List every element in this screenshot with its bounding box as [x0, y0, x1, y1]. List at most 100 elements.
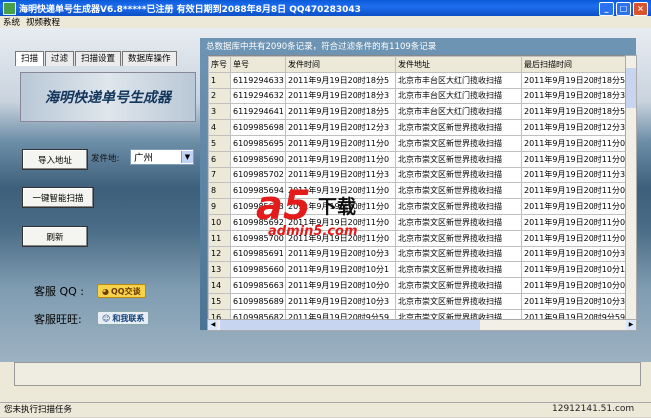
- cell-seq: 8: [208, 182, 231, 200]
- table-row[interactable]: 14 6109985663 2011年9月19日20时10分0 北京市崇文区新世界揽收…: [208, 277, 626, 294]
- cell-seq: 4: [208, 119, 231, 136]
- cell-tracking-number: 6109985663: [230, 277, 286, 294]
- cell-tracking-number: 6109985698: [230, 119, 286, 136]
- cell-last-scan-time: 2011年9月19日20时11分0: [521, 229, 626, 247]
- close-button[interactable]: ×: [633, 2, 648, 16]
- cell-last-scan-time: 2011年9月19日20时10分0: [521, 277, 626, 294]
- cell-last-scan-time: 2011年9月19日20时11分0: [521, 182, 626, 200]
- cell-send-address: 北京市崇文区新世界揽收扫描: [395, 198, 522, 215]
- watermark: a5 下载 admin5.com: [256, 186, 406, 246]
- scroll-left-icon[interactable]: ◀: [208, 320, 218, 330]
- cell-send-address: 北京市崇文区新世界揽收扫描: [395, 245, 522, 263]
- wangwang-icon: ☺: [102, 313, 111, 323]
- table-row[interactable]: 1 6119294633 2011年9月19日20时18分5 北京市丰台区大红门揽收扫…: [208, 71, 626, 89]
- cell-send-time: 2011年9月19日20时18分5: [285, 103, 396, 121]
- app-logo: 海明快递单号生成器: [20, 72, 196, 122]
- table-row[interactable]: 3 6119294641 2011年9月19日20时18分5 北京市丰台区大红门揽收扫…: [208, 103, 626, 121]
- menu-video-tutorial[interactable]: 视频教程: [23, 16, 63, 28]
- minimize-button[interactable]: _: [599, 2, 614, 16]
- cell-tracking-number: 6109985660: [230, 261, 286, 279]
- table-row[interactable]: 6 6109985690 2011年9月19日20时11分0 北京市崇文区新世界揽收扫…: [208, 150, 626, 168]
- cell-tracking-number: 6109985690: [230, 150, 286, 168]
- tab-filter[interactable]: 过滤: [45, 51, 75, 66]
- cell-seq: 5: [208, 134, 231, 152]
- tab-scan-settings[interactable]: 扫描设置: [75, 51, 122, 66]
- wangwang-contact-label: 和我联系: [112, 313, 145, 323]
- cell-seq: 12: [208, 245, 231, 263]
- cell-send-address: 北京市崇文区新世界揽收扫描: [395, 150, 522, 168]
- tab-bar: 扫描 过滤 扫描设置 数据库操作: [15, 51, 178, 66]
- col-header-last-scan[interactable]: 最后扫描时间: [521, 56, 626, 73]
- sender-select[interactable]: 广州 ▼: [130, 149, 194, 165]
- cell-seq: 9: [208, 198, 231, 215]
- menu-bar: 系统 视频教程: [0, 16, 651, 28]
- cell-last-scan-time: 2011年9月19日20时11分0: [521, 198, 626, 215]
- menu-system[interactable]: 系统: [0, 16, 23, 28]
- cell-tracking-number: 6109985689: [230, 292, 286, 310]
- cell-last-scan-time: 2011年9月19日20时18分5: [521, 71, 626, 89]
- cell-seq: 2: [208, 87, 231, 105]
- smart-scan-button[interactable]: 一键智能扫描: [22, 187, 94, 208]
- col-header-tracking[interactable]: 单号: [230, 56, 286, 73]
- chevron-down-icon[interactable]: ▼: [181, 151, 193, 163]
- cell-seq: 1: [208, 71, 231, 89]
- table-row[interactable]: 13 6109985660 2011年9月19日20时10分1 北京市崇文区新世界揽收…: [208, 261, 626, 279]
- sender-label: 发件地:: [91, 154, 120, 164]
- watermark-site: admin5.com: [268, 224, 358, 239]
- qq-support-label: 客服 QQ :: [34, 285, 85, 298]
- cell-send-address: 北京市崇文区新世界揽收扫描: [395, 292, 522, 310]
- cell-seq: 6: [208, 150, 231, 168]
- cell-seq: 15: [208, 292, 231, 310]
- tab-database[interactable]: 数据库操作: [122, 51, 177, 66]
- vertical-scrollbar[interactable]: [625, 55, 637, 321]
- col-header-send-time[interactable]: 发件时间: [285, 56, 396, 73]
- table-row[interactable]: 7 6109985702 2011年9月19日20时11分3 北京市崇文区新世界揽收扫…: [208, 166, 626, 184]
- sender-value: 广州: [134, 153, 154, 164]
- watermark-text: 下载: [318, 196, 357, 218]
- cell-last-scan-time: 2011年9月19日20时10分1: [521, 261, 626, 279]
- cell-send-time: 2011年9月19日20时11分0: [285, 150, 396, 168]
- cell-send-time: 2011年9月19日20时10分3: [285, 245, 396, 263]
- app-icon: [3, 1, 16, 15]
- cell-last-scan-time: 2011年9月19日20时18分5: [521, 103, 626, 121]
- table-row[interactable]: 5 6109985695 2011年9月19日20时11分0 北京市崇文区新世界揽收扫…: [208, 134, 626, 152]
- horizontal-scroll-thumb[interactable]: [220, 320, 480, 330]
- table-row[interactable]: 4 6109985698 2011年9月19日20时12分3 北京市崇文区新世界揽收扫…: [208, 119, 626, 136]
- cell-tracking-number: 6119294633: [230, 71, 286, 89]
- site-watermark: 12912141.51.com: [552, 404, 635, 414]
- tab-scan[interactable]: 扫描: [15, 51, 45, 66]
- horizontal-scrollbar[interactable]: ◀ ▶: [207, 319, 637, 331]
- maximize-button[interactable]: □: [616, 2, 631, 16]
- cell-send-address: 北京市崇文区新世界揽收扫描: [395, 213, 522, 231]
- cell-send-time: 2011年9月19日20时10分0: [285, 277, 396, 294]
- window-title: 海明快递单号生成器V6.8*****已注册 有效日期到2088年8月8日 QQ4…: [19, 4, 361, 15]
- cell-tracking-number: 6109985691: [230, 245, 286, 263]
- table-row[interactable]: 2 6119294632 2011年9月19日20时18分3 北京市丰台区大红门揽收扫…: [208, 87, 626, 105]
- grid-header-row: 序号 单号 发件时间 发件地址 最后扫描时间: [208, 56, 626, 73]
- refresh-button[interactable]: 刷新: [22, 226, 88, 247]
- cell-last-scan-time: 2011年9月19日20时11分0: [521, 150, 626, 168]
- col-header-seq[interactable]: 序号: [208, 56, 231, 73]
- cell-send-address: 北京市崇文区新世界揽收扫描: [395, 261, 522, 279]
- scroll-right-icon[interactable]: ▶: [626, 320, 636, 330]
- cell-send-address: 北京市崇文区新世界揽收扫描: [395, 119, 522, 136]
- cell-send-time: 2011年9月19日20时10分3: [285, 292, 396, 310]
- import-address-button[interactable]: 导入地址: [22, 149, 88, 170]
- qq-chat-button[interactable]: ◕ QQ交谈: [97, 284, 146, 298]
- title-bar: 海明快递单号生成器V6.8*****已注册 有效日期到2088年8月8日 QQ4…: [0, 0, 651, 16]
- app-window: 海明快递单号生成器V6.8*****已注册 有效日期到2088年8月8日 QQ4…: [0, 0, 651, 418]
- cell-send-address: 北京市崇文区新世界揽收扫描: [395, 229, 522, 247]
- cell-last-scan-time: 2011年9月19日20时12分3: [521, 119, 626, 136]
- table-row[interactable]: 15 6109985689 2011年9月19日20时10分3 北京市崇文区新世界揽收…: [208, 292, 626, 310]
- cell-seq: 3: [208, 103, 231, 121]
- cell-tracking-number: 6119294632: [230, 87, 286, 105]
- cell-last-scan-time: 2011年9月19日20时11分3: [521, 166, 626, 184]
- vertical-scroll-thumb[interactable]: [626, 68, 636, 108]
- table-row[interactable]: 12 6109985691 2011年9月19日20时10分3 北京市崇文区新世界揽收…: [208, 245, 626, 263]
- cell-last-scan-time: 2011年9月19日20时11分0: [521, 134, 626, 152]
- qq-penguin-icon: ◕: [102, 286, 109, 296]
- wangwang-contact-button[interactable]: ☺ 和我联系: [97, 311, 150, 325]
- cell-send-address: 北京市崇文区新世界揽收扫描: [395, 277, 522, 294]
- col-header-send-address[interactable]: 发件地址: [395, 56, 522, 73]
- cell-send-time: 2011年9月19日20时18分3: [285, 87, 396, 105]
